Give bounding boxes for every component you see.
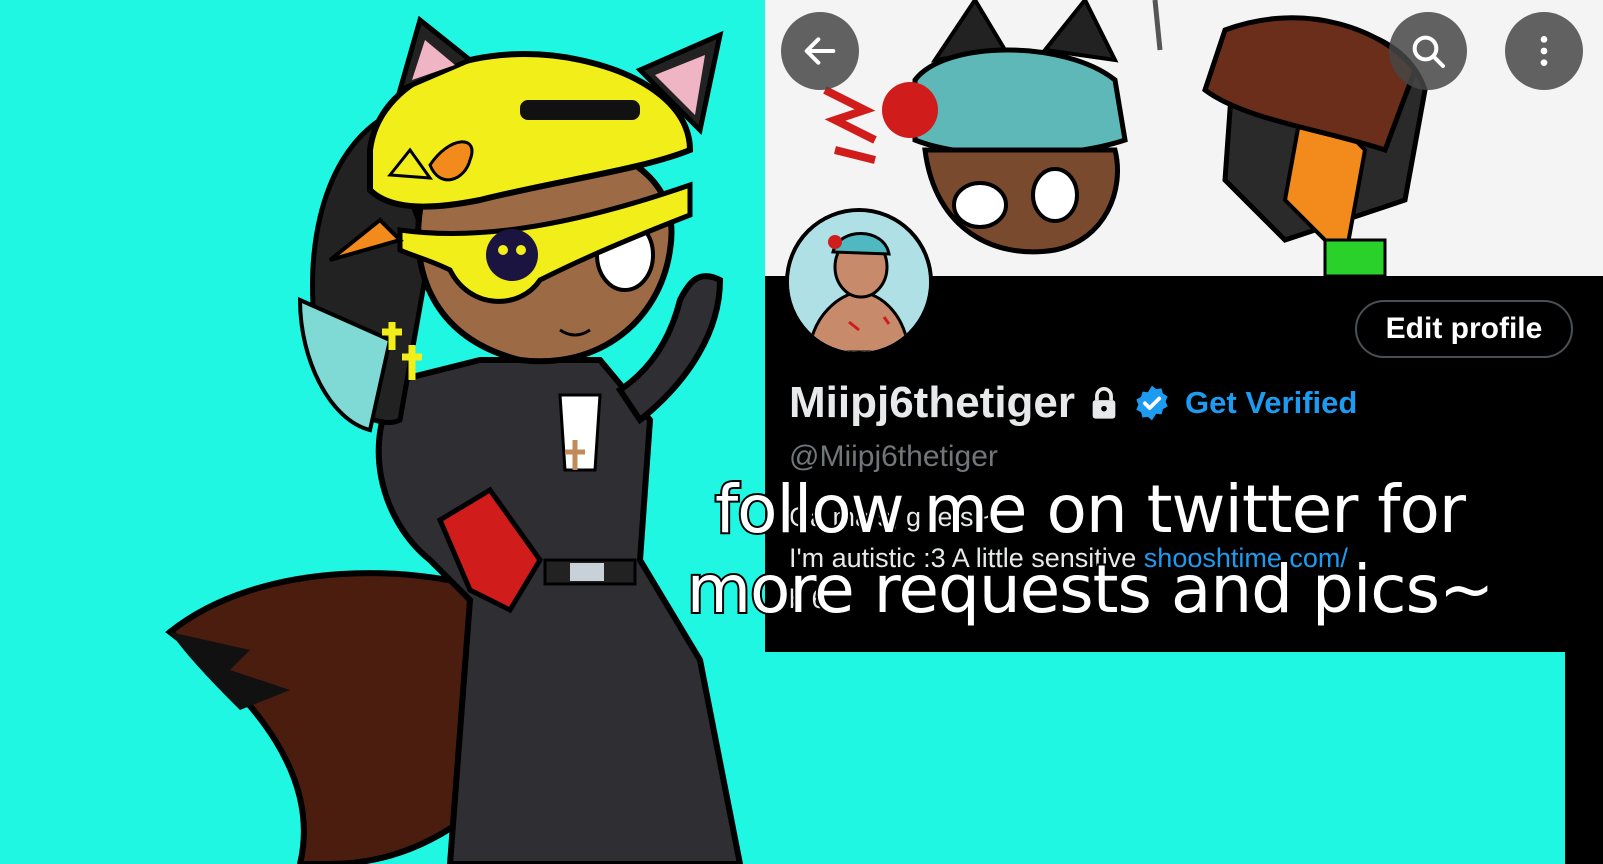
right-edge-strip — [1565, 652, 1603, 864]
caption-line: more requests and pics~ — [685, 549, 1497, 630]
character-illustration — [165, 15, 744, 864]
caption-overlay: follow me on twitter for more requests a… — [660, 469, 1520, 630]
more-options-button[interactable] — [1505, 12, 1583, 90]
avatar[interactable] — [785, 208, 933, 356]
more-vertical-icon — [1540, 36, 1548, 66]
arrow-left-icon — [804, 37, 836, 65]
back-button[interactable] — [781, 12, 859, 90]
verified-badge-icon[interactable] — [1133, 384, 1171, 422]
display-name: Miipj6thetiger — [789, 378, 1076, 427]
get-verified-link[interactable]: Get Verified — [1185, 385, 1357, 421]
profile-name-row: Miipj6thetiger Get Verified — [789, 378, 1357, 428]
search-button[interactable] — [1389, 12, 1467, 90]
lock-icon — [1089, 386, 1119, 420]
avatar-image — [789, 212, 929, 352]
profile-handle: @Miipj6thetiger — [789, 440, 998, 473]
search-icon — [1412, 35, 1445, 68]
edit-profile-button[interactable]: Edit profile — [1355, 300, 1573, 358]
caption-line: follow me on twitter for — [713, 469, 1468, 550]
